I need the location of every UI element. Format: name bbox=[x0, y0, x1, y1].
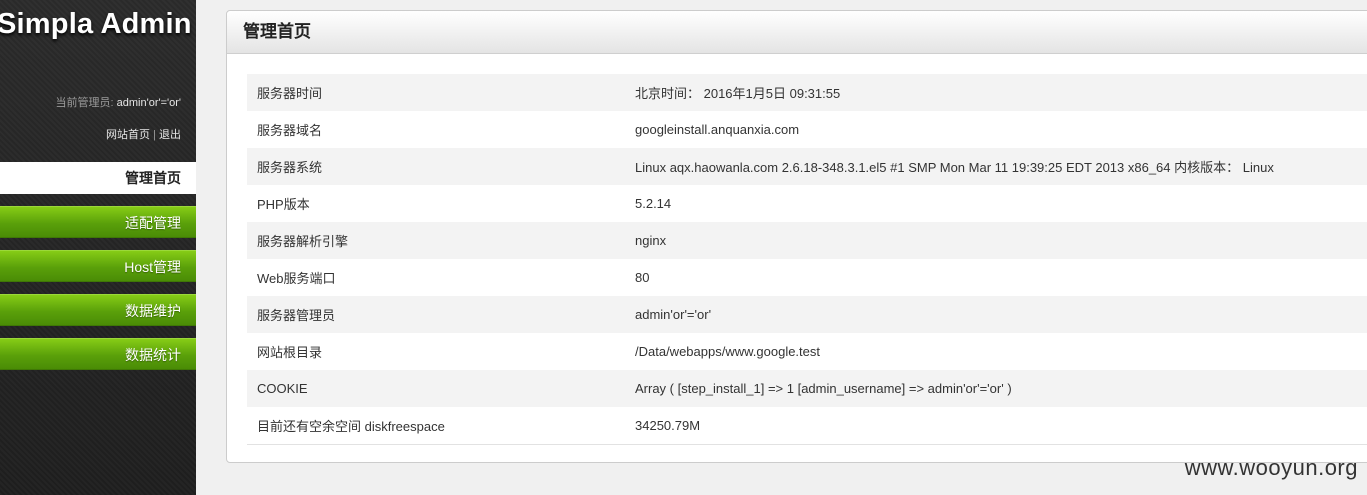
current-admin-label: 当前管理员: bbox=[55, 97, 114, 109]
row-key: 服务器域名 bbox=[247, 111, 625, 148]
nav-item-host[interactable]: Host管理 bbox=[0, 250, 196, 282]
row-key: 网站根目录 bbox=[247, 333, 625, 370]
row-key: 服务器时间 bbox=[247, 74, 625, 111]
table-row: 服务器解析引擎 nginx bbox=[247, 222, 1367, 259]
row-value: 80 bbox=[625, 259, 1367, 296]
table-row: Web服务端口 80 bbox=[247, 259, 1367, 296]
link-separator: | bbox=[153, 129, 156, 141]
row-value: googleinstall.anquanxia.com bbox=[625, 111, 1367, 148]
sidebar-links: 网站首页 | 退出 bbox=[106, 126, 181, 142]
table-row: 服务器管理员 admin'or'='or' bbox=[247, 296, 1367, 333]
row-value: 5.2.14 bbox=[625, 185, 1367, 222]
row-value: Array ( [step_install_1] => 1 [admin_use… bbox=[625, 370, 1367, 407]
table-row: 目前还有空余空间 diskfreespace 34250.79M bbox=[247, 407, 1367, 445]
nav-item-dashboard[interactable]: 管理首页 bbox=[0, 162, 196, 194]
table-row: 网站根目录/Data/webapps/www.google.test bbox=[247, 333, 1367, 370]
row-key: 服务器管理员 bbox=[247, 296, 625, 333]
main-nav: 管理首页 适配管理 Host管理 数据维护 数据统计 bbox=[0, 162, 196, 382]
row-key: Web服务端口 bbox=[247, 259, 625, 296]
table-row: 服务器系统 Linux aqx.haowanla.com 2.6.18-348.3… bbox=[247, 148, 1367, 185]
logout-link[interactable]: 退出 bbox=[159, 129, 181, 141]
table-row: 服务器时间 北京时间： 2016年1月5日 09:31:55 bbox=[247, 74, 1367, 111]
nav-item-statistics[interactable]: 数据统计 bbox=[0, 338, 196, 370]
row-key: 服务器解析引擎 bbox=[247, 222, 625, 259]
row-key: COOKIE bbox=[247, 370, 625, 407]
row-value: 34250.79M bbox=[625, 407, 1367, 445]
row-value: 北京时间： 2016年1月5日 09:31:55 bbox=[625, 74, 1367, 111]
nav-item-data-maintenance[interactable]: 数据维护 bbox=[0, 294, 196, 326]
server-info-table: 服务器时间 北京时间： 2016年1月5日 09:31:55 服务器域名 googl… bbox=[247, 74, 1367, 445]
row-key: 服务器系统 bbox=[247, 148, 625, 185]
table-row: 服务器域名 googleinstall.anquanxia.com bbox=[247, 111, 1367, 148]
table-row: PHP版本 5.2.14 bbox=[247, 185, 1367, 222]
page-title: 管理首页 bbox=[227, 11, 1367, 54]
row-value: nginx bbox=[625, 222, 1367, 259]
row-value: admin'or'='or' bbox=[625, 296, 1367, 333]
watermark: www.wooyun.org bbox=[1184, 455, 1358, 480]
row-key: 目前还有空余空间 diskfreespace bbox=[247, 407, 625, 445]
nav-item-adaptation[interactable]: 适配管理 bbox=[0, 206, 196, 238]
row-value: Linux aqx.haowanla.com 2.6.18-348.3.1.el… bbox=[625, 148, 1367, 185]
table-row: COOKIE Array ( [step_install_1] => 1 [adm… bbox=[247, 370, 1367, 407]
current-admin-name: admin'or'='or' bbox=[116, 97, 181, 109]
current-admin: 当前管理员: admin'or'='or' bbox=[56, 94, 181, 110]
row-value: /Data/webapps/www.google.test bbox=[625, 333, 1367, 370]
content-box: 管理首页 服务器时间 北京时间： 2016年1月5日 09:31:55 服务器域名… bbox=[226, 10, 1367, 463]
row-key: PHP版本 bbox=[247, 185, 625, 222]
site-home-link[interactable]: 网站首页 bbox=[106, 129, 150, 141]
brand-title: Simpla Admin bbox=[0, 8, 192, 40]
sidebar: Simpla Admin 当前管理员: admin'or'='or' 网站首页 … bbox=[0, 0, 196, 495]
